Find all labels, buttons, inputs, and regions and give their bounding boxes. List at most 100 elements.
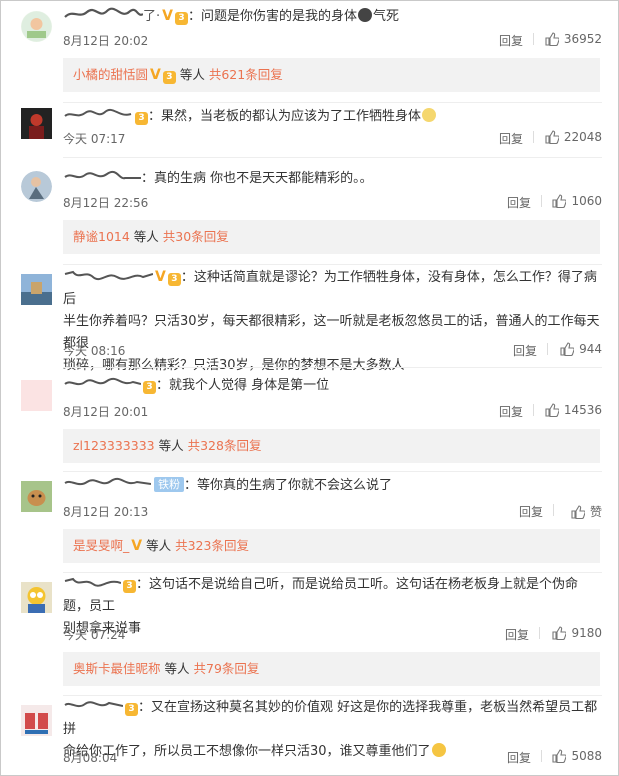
comment-content: ：这句话不是说给自己听，而是说给员工听。这句话在杨老板身上就是个伪命题，员工: [63, 577, 579, 614]
rank-badge-icon: 3: [135, 112, 148, 125]
username-suffix[interactable]: 了·: [143, 9, 160, 24]
divider: [533, 404, 534, 416]
like-count: 944: [579, 342, 602, 356]
reply-button[interactable]: 回复: [499, 32, 523, 49]
comment-time: 8月12日 22:56: [63, 196, 149, 210]
verified-v-icon: V: [162, 8, 173, 24]
avatar[interactable]: [21, 11, 52, 42]
divider: [547, 343, 548, 355]
reply-count-link[interactable]: 共79条回复: [194, 661, 260, 676]
username-redacted[interactable]: [63, 169, 141, 183]
like-count: 9180: [571, 626, 602, 640]
avatar[interactable]: [21, 380, 52, 411]
like-count: 赞: [589, 505, 602, 519]
angry-emoji-icon: [358, 8, 372, 22]
thumbs-up-icon: [545, 130, 559, 144]
comment-text-line: 3 ：又在宣扬这种莫名其妙的价值观 好这是你的选择我尊重，老板当然希望员工都拼: [63, 697, 602, 741]
reply-summary[interactable]: 小橘的甜恬圆 V 3 等人 共621条回复: [63, 58, 600, 92]
reply-button[interactable]: 回复: [513, 342, 537, 359]
comment-list: 了· V 3 ：问题是你伤害的是我的身体 气死 8月12日 20:02 回复 36952…: [0, 0, 619, 776]
like-button[interactable]: 14536: [545, 403, 602, 417]
reply-summary[interactable]: 静谧1014 等人 共30条回复: [63, 220, 600, 254]
reply-user-link[interactable]: 静谧1014: [73, 229, 130, 244]
divider: [533, 131, 534, 143]
comment-text-block: V 3 ：这种话简直就是谬论？为工作牺牲身体，没有身体，怎么工作？得了病后 半生你养…: [63, 266, 602, 377]
verified-v-icon: V: [150, 67, 161, 83]
username-redacted[interactable]: [63, 268, 153, 282]
reply-user-link[interactable]: 小橘的甜恬圆: [73, 67, 148, 82]
reply-count-link[interactable]: 共30条回复: [163, 229, 229, 244]
avatar[interactable]: [21, 705, 52, 736]
reply-summary[interactable]: zl123333333 等人 共328条回复: [63, 429, 600, 463]
comment-text-line: 3 ：这句话不是说给自己听，而是说给员工听。这句话在杨老板身上就是个伪命题，员工: [63, 574, 602, 618]
verified-v-icon: V: [155, 269, 166, 285]
avatar[interactable]: [21, 108, 52, 139]
like-button[interactable]: 22048: [545, 130, 602, 144]
reply-summary[interactable]: 奥斯卡最佳昵称 等人 共79条回复: [63, 652, 600, 686]
reply-summary-mid: 等人: [133, 229, 159, 244]
comment-text-line: 铁粉 ：等你真的生病了你就不会这么说了: [63, 475, 602, 497]
avatar[interactable]: [21, 274, 52, 305]
reply-user-link[interactable]: zl123333333: [73, 438, 155, 453]
comment-content: ：等你真的生病了你就不会这么说了: [184, 478, 393, 493]
reply-summary[interactable]: 是旻旻啊_ V 等人 共323条回复: [63, 529, 600, 563]
reply-button[interactable]: 回复: [507, 194, 531, 211]
divider: [539, 627, 540, 639]
avatar[interactable]: [21, 171, 52, 202]
like-count: 22048: [563, 130, 602, 144]
like-count: 5088: [571, 749, 602, 763]
reply-summary-mid: 等人: [158, 438, 184, 453]
comment-time: 8月12日 20:02: [63, 34, 149, 48]
comment-meta: 8月08:04 回复 5088: [63, 749, 602, 765]
like-count: 14536: [563, 403, 602, 417]
rank-badge-icon: 3: [143, 381, 156, 394]
comment-content: ：果然，当老板的都认为应该为了工作牺牲身体: [148, 109, 422, 124]
reply-button[interactable]: 回复: [519, 503, 543, 520]
reply-count-link[interactable]: 共328条回复: [188, 438, 262, 453]
comment-meta: 8月12日 20:02 回复 36952: [63, 32, 602, 48]
rank-badge-icon: 3: [125, 703, 138, 716]
thumbs-up-icon: [571, 504, 585, 519]
reply-button[interactable]: 回复: [499, 130, 523, 147]
username-redacted[interactable]: [63, 698, 123, 712]
username-redacted[interactable]: [63, 476, 151, 490]
like-button[interactable]: 944: [560, 342, 602, 356]
avatar[interactable]: [21, 481, 52, 512]
like-button[interactable]: 5088: [552, 749, 602, 763]
reply-user-link[interactable]: 是旻旻啊_: [73, 538, 129, 553]
reply-button[interactable]: 回复: [507, 749, 531, 766]
username-redacted[interactable]: [63, 575, 121, 589]
divider: [553, 504, 554, 516]
comment-time: 8月12日 20:01: [63, 405, 149, 419]
comment-text-line: 了· V 3 ：问题是你伤害的是我的身体 气死: [63, 5, 602, 28]
thumbs-up-icon: [552, 194, 567, 208]
fan-badge: 铁粉: [154, 477, 184, 492]
divider: [63, 572, 602, 573]
reply-summary-mid: 等人: [179, 67, 205, 82]
reply-user-link[interactable]: 奥斯卡最佳昵称: [73, 661, 161, 676]
reply-count-link[interactable]: 共323条回复: [175, 538, 249, 553]
comment-meta: 8月12日 20:13 回复 赞: [63, 503, 602, 519]
like-button[interactable]: 9180: [552, 626, 602, 640]
like-button[interactable]: 1060: [552, 194, 602, 208]
comment-text-line: 3 ：果然，当老板的都认为应该为了工作牺牲身体: [63, 106, 602, 128]
comment-text-line: ：真的生病 你也不是天天都能精彩的。。: [63, 168, 602, 190]
avatar[interactable]: [21, 582, 52, 613]
divider: [63, 264, 602, 265]
like-button[interactable]: 赞: [571, 503, 602, 520]
comment-time: 今天 08:16: [63, 344, 126, 358]
reply-count-link[interactable]: 共621条回复: [209, 67, 283, 82]
comment-time: 8月12日 20:13: [63, 505, 149, 519]
like-button[interactable]: 36952: [545, 32, 602, 46]
thumbs-up-icon: [560, 342, 575, 356]
username-redacted[interactable]: [63, 7, 143, 21]
username-redacted[interactable]: [63, 376, 141, 390]
thumbs-up-icon: [545, 403, 559, 417]
divider: [63, 367, 602, 368]
divider: [541, 195, 542, 207]
reply-button[interactable]: 回复: [499, 403, 523, 420]
username-redacted[interactable]: [63, 107, 133, 121]
comment-meta: 8月12日 22:56 回复 1060: [63, 194, 602, 210]
comment-meta: 今天 07:17 回复 22048: [63, 130, 602, 146]
reply-button[interactable]: 回复: [505, 626, 529, 643]
